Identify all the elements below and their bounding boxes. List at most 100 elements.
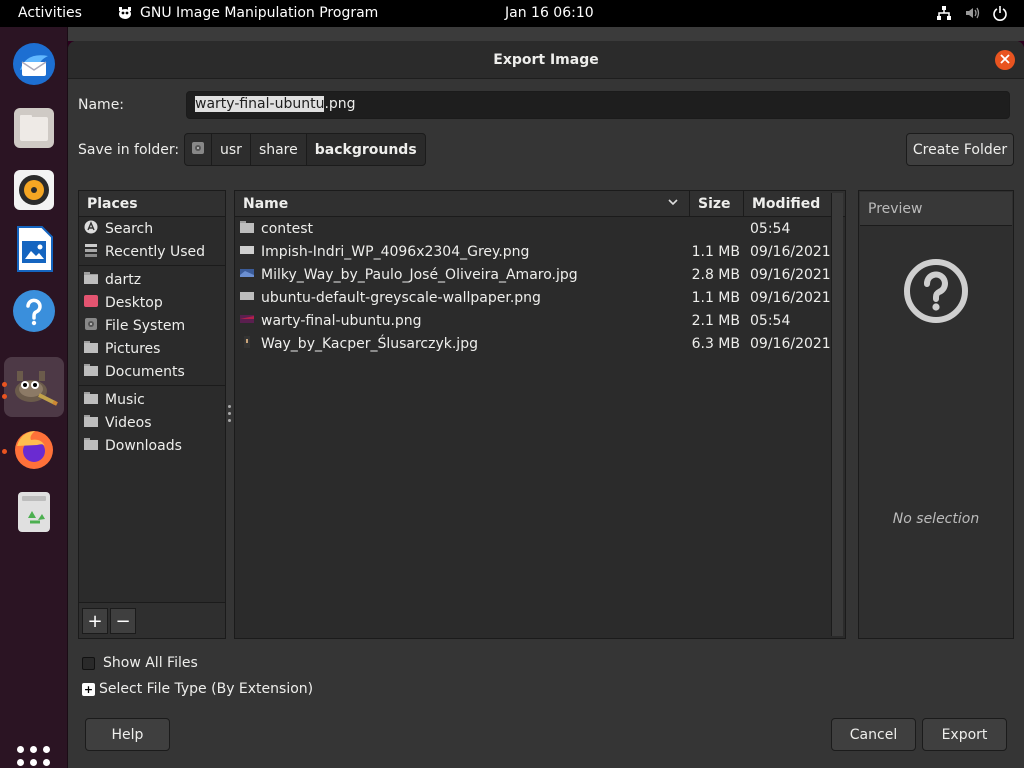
dialog-titlebar[interactable]: Export Image xyxy=(68,41,1024,79)
image-icon xyxy=(239,311,255,331)
place-music[interactable]: Music xyxy=(79,388,225,411)
background-window-strip xyxy=(68,27,1024,41)
folder-icon xyxy=(83,413,99,433)
gimp-icon[interactable] xyxy=(4,357,64,417)
gimp-small-icon xyxy=(117,6,133,20)
file-row[interactable]: warty-final-ubuntu.png 2.1 MB 05:54 xyxy=(235,309,845,332)
place-documents[interactable]: Documents xyxy=(79,360,225,383)
folder-label: Save in folder: xyxy=(78,142,180,158)
file-name: ubuntu-default-greyscale-wallpaper.png xyxy=(261,289,541,306)
file-name: Milky_Way_by_Paulo_José_Oliveira_Amaro.j… xyxy=(261,266,578,283)
file-row[interactable]: contest 05:54 xyxy=(235,217,845,240)
thunderbird-icon[interactable] xyxy=(4,34,64,94)
column-name-header[interactable]: Name xyxy=(235,191,690,216)
file-name: contest xyxy=(261,220,314,237)
column-size-header[interactable]: Size xyxy=(690,191,744,216)
file-row[interactable]: Impish-Indri_WP_4096x2304_Grey.png 1.1 M… xyxy=(235,240,845,263)
column-modified-header[interactable]: Modified xyxy=(744,191,829,216)
cancel-button[interactable]: Cancel xyxy=(831,718,916,751)
place-label: Music xyxy=(105,391,145,408)
trash-icon[interactable] xyxy=(4,481,64,541)
file-modified: 09/16/2021 xyxy=(750,266,831,283)
show-all-files-checkbox[interactable]: Show All Files xyxy=(82,655,198,671)
column-name-label: Name xyxy=(243,196,289,212)
file-name: warty-final-ubuntu.png xyxy=(261,312,422,329)
help-button[interactable]: Help xyxy=(85,718,170,751)
place-downloads[interactable]: Downloads xyxy=(79,434,225,457)
running-indicator xyxy=(2,394,7,399)
file-modified: 05:54 xyxy=(750,220,791,237)
file-size: 1.1 MB xyxy=(691,243,740,260)
name-label: Name: xyxy=(78,97,125,113)
place-search[interactable]: Search xyxy=(79,217,225,240)
folder-icon xyxy=(83,436,99,456)
separator xyxy=(79,265,225,266)
file-size: 6.3 MB xyxy=(691,335,740,352)
file-modified: 09/16/2021 xyxy=(750,335,831,352)
place-label: Documents xyxy=(105,363,185,380)
disk-icon xyxy=(83,316,99,336)
place-videos[interactable]: Videos xyxy=(79,411,225,434)
expand-plus-icon: + xyxy=(82,682,95,696)
file-row[interactable]: Milky_Way_by_Paulo_José_Oliveira_Amaro.j… xyxy=(235,263,845,286)
folder-icon xyxy=(83,270,99,290)
image-icon xyxy=(239,265,255,285)
firefox-icon[interactable] xyxy=(4,419,64,479)
places-sidebar: Places Search Recently Used dartz Deskto… xyxy=(78,190,226,639)
export-button[interactable]: Export xyxy=(922,718,1007,751)
rhythmbox-icon[interactable] xyxy=(4,160,64,220)
volume-icon[interactable] xyxy=(964,5,980,21)
remove-bookmark-button[interactable]: − xyxy=(110,608,136,634)
image-icon xyxy=(239,334,255,354)
file-name: Impish-Indri_WP_4096x2304_Grey.png xyxy=(261,243,530,260)
no-selection-text: No selection xyxy=(892,511,980,527)
recent-icon xyxy=(83,242,99,262)
dock xyxy=(0,27,68,768)
writer-icon[interactable] xyxy=(4,219,64,279)
place-recently-used[interactable]: Recently Used xyxy=(79,240,225,263)
network-icon[interactable] xyxy=(936,5,952,21)
file-list-scrollbar[interactable] xyxy=(831,193,843,636)
power-icon[interactable] xyxy=(992,5,1008,21)
place-home[interactable]: dartz xyxy=(79,268,225,291)
app-name: GNU Image Manipulation Program xyxy=(140,5,379,21)
image-icon xyxy=(239,242,255,262)
files-icon[interactable] xyxy=(4,98,64,158)
file-modified: 09/16/2021 xyxy=(750,243,831,260)
file-row[interactable]: ubuntu-default-greyscale-wallpaper.png 1… xyxy=(235,286,845,309)
pane-resize-handle[interactable] xyxy=(228,405,232,425)
select-file-type-label: Select File Type (By Extension) xyxy=(99,681,314,697)
place-desktop[interactable]: Desktop xyxy=(79,291,225,314)
file-size: 2.8 MB xyxy=(691,266,740,283)
create-folder-button[interactable]: Create Folder xyxy=(906,133,1014,166)
name-rest-text: .png xyxy=(324,96,356,112)
crumb-usr[interactable]: usr xyxy=(211,133,251,166)
clock[interactable]: Jan 16 06:10 xyxy=(505,5,594,21)
place-label: Downloads xyxy=(105,437,182,454)
activities-button[interactable]: Activities xyxy=(18,5,82,21)
name-input[interactable]: warty-final-ubuntu.png xyxy=(186,91,1010,119)
crumb-share[interactable]: share xyxy=(249,133,307,166)
folder-icon xyxy=(83,339,99,359)
crumb-root[interactable] xyxy=(184,133,212,166)
close-button[interactable] xyxy=(995,50,1015,70)
separator xyxy=(79,385,225,386)
file-size: 2.1 MB xyxy=(691,312,740,329)
place-label: dartz xyxy=(105,271,142,288)
close-icon xyxy=(1000,52,1010,68)
select-file-type-expander[interactable]: + Select File Type (By Extension) xyxy=(82,681,313,697)
places-toolbar: + − xyxy=(79,602,225,638)
place-file-system[interactable]: File System xyxy=(79,314,225,337)
image-icon xyxy=(239,288,255,308)
system-tray[interactable] xyxy=(936,5,1008,21)
place-label: Videos xyxy=(105,414,152,431)
help-icon[interactable] xyxy=(4,281,64,341)
places-header: Places xyxy=(79,191,225,217)
app-menu[interactable]: GNU Image Manipulation Program xyxy=(117,5,378,21)
crumb-backgrounds[interactable]: backgrounds xyxy=(305,133,426,166)
file-row[interactable]: Way_by_Kacper_Ślusarczyk.jpg 6.3 MB 09/1… xyxy=(235,332,845,355)
place-pictures[interactable]: Pictures xyxy=(79,337,225,360)
preview-header: Preview xyxy=(860,192,1012,226)
add-bookmark-button[interactable]: + xyxy=(82,608,108,634)
show-apps-button[interactable] xyxy=(17,746,51,768)
